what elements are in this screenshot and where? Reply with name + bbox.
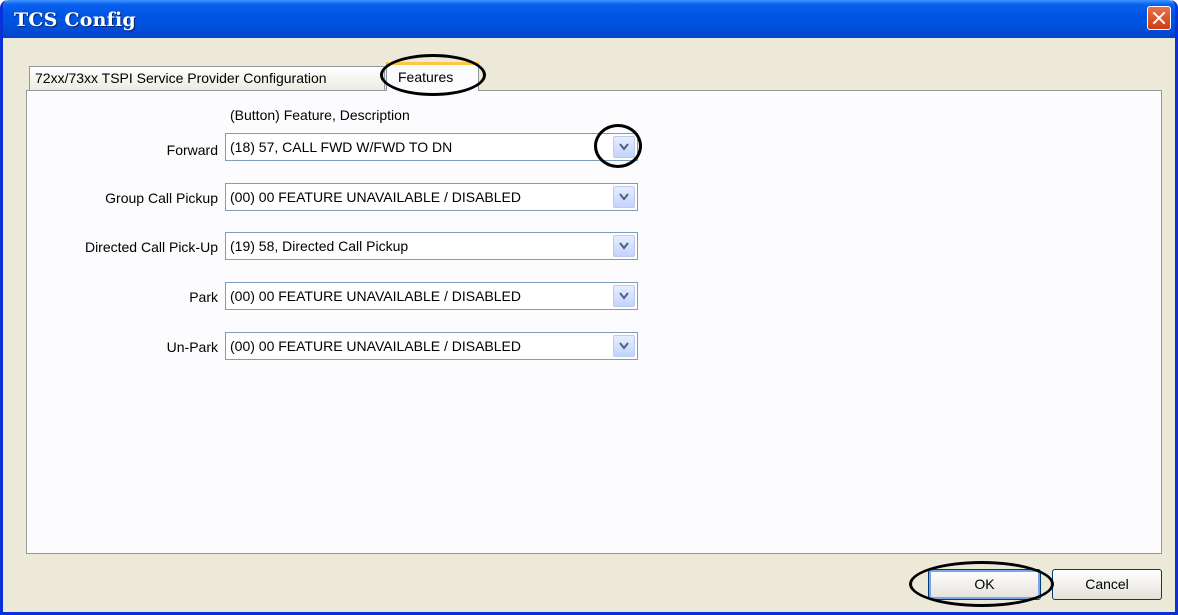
- un-park-label: Un-Park: [166, 339, 218, 355]
- title-bar[interactable]: TCS Config: [3, 0, 1175, 38]
- chevron-down-icon[interactable]: [613, 335, 635, 357]
- cancel-button[interactable]: Cancel: [1052, 569, 1162, 600]
- un-park-select[interactable]: (00) 00 FEATURE UNAVAILABLE / DISABLED: [225, 332, 638, 360]
- group-call-pickup-label: Group Call Pickup: [105, 190, 218, 206]
- close-icon[interactable]: [1147, 6, 1171, 30]
- group-call-pickup-select[interactable]: (00) 00 FEATURE UNAVAILABLE / DISABLED: [225, 183, 638, 211]
- tcs-config-dialog: TCS Config 72xx/73xx TSPI Service Provid…: [0, 0, 1178, 615]
- directed-call-pickup-select-value: (19) 58, Directed Call Pickup: [230, 238, 409, 254]
- directed-call-pickup-select[interactable]: (19) 58, Directed Call Pickup: [225, 232, 638, 260]
- forward-select-value: (18) 57, CALL FWD W/FWD TO DN: [230, 139, 453, 155]
- un-park-select-value: (00) 00 FEATURE UNAVAILABLE / DISABLED: [230, 338, 521, 354]
- column-header: (Button) Feature, Description: [230, 107, 410, 123]
- tab-service-provider-configuration[interactable]: 72xx/73xx TSPI Service Provider Configur…: [29, 66, 385, 90]
- chevron-down-icon[interactable]: [613, 285, 635, 307]
- forward-label: Forward: [166, 142, 218, 158]
- forward-select[interactable]: (18) 57, CALL FWD W/FWD TO DN: [225, 133, 638, 161]
- chevron-down-icon[interactable]: [613, 186, 635, 208]
- chevron-down-icon[interactable]: [613, 136, 635, 158]
- tab-features[interactable]: Features: [386, 62, 479, 91]
- park-select[interactable]: (00) 00 FEATURE UNAVAILABLE / DISABLED: [225, 282, 638, 310]
- directed-call-pickup-label: Directed Call Pick-Up: [84, 239, 218, 255]
- group-call-pickup-select-value: (00) 00 FEATURE UNAVAILABLE / DISABLED: [230, 189, 521, 205]
- chevron-down-icon[interactable]: [613, 235, 635, 257]
- park-label: Park: [189, 289, 218, 305]
- park-select-value: (00) 00 FEATURE UNAVAILABLE / DISABLED: [230, 288, 521, 304]
- ok-button[interactable]: OK: [928, 569, 1041, 600]
- window-title: TCS Config: [14, 9, 136, 31]
